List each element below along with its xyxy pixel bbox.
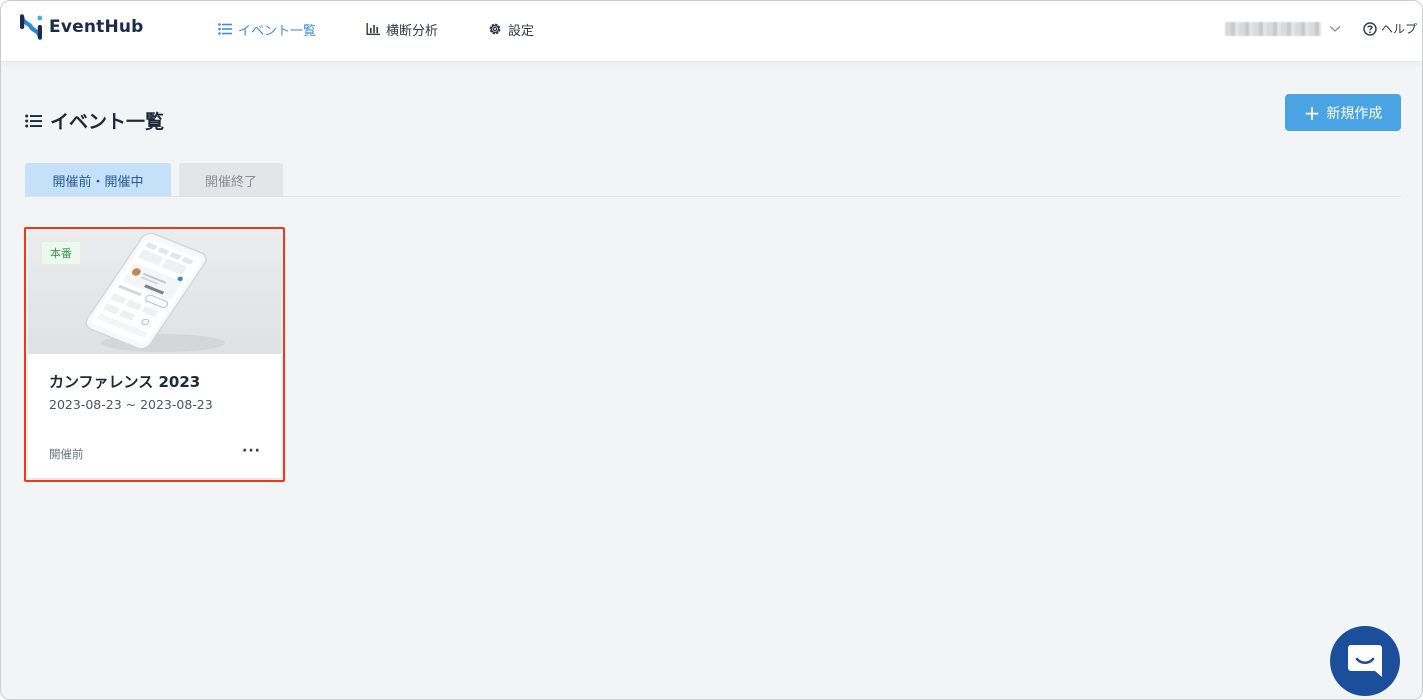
help-label: ヘルプ <box>1381 22 1418 36</box>
event-status-tabs: 開催前・開催中 開催終了 <box>25 163 291 197</box>
page-title-text: イベント一覧 <box>50 111 165 133</box>
plus-icon: + <box>1303 100 1321 125</box>
tab-divider <box>25 196 1401 197</box>
main-nav: イベント一覧 横断分析 設定 <box>218 1 584 57</box>
nav-item-label: 設定 <box>508 23 535 39</box>
tab-ongoing[interactable]: 開催前・開催中 <box>25 163 171 197</box>
app-logo[interactable]: EventHub <box>19 13 144 41</box>
nav-item-cross-analysis[interactable]: 横断分析 <box>366 20 438 39</box>
environment-badge: 本番 <box>41 241 81 265</box>
eventhub-logo-icon <box>19 14 43 40</box>
logo-text: EventHub <box>49 17 144 37</box>
more-options-icon[interactable]: ··· <box>242 443 261 459</box>
list-icon <box>25 114 42 127</box>
tab-finished[interactable]: 開催終了 <box>179 163 283 197</box>
user-menu[interactable] <box>1225 19 1341 39</box>
bar-chart-icon <box>366 23 381 35</box>
event-thumbnail: 本番 <box>28 231 281 354</box>
event-title[interactable]: カンファレンス 2023 <box>49 371 200 392</box>
help-circle-icon <box>1363 21 1377 36</box>
event-status: 開催前 <box>49 447 84 461</box>
chevron-down-icon <box>1329 26 1341 32</box>
nav-item-settings[interactable]: 設定 <box>488 20 534 39</box>
event-card[interactable]: 本番 カンファレンス 2023 2023-08-23 ~ 2023-08-23 … <box>28 231 281 478</box>
nav-item-event-list[interactable]: イベント一覧 <box>218 20 316 39</box>
nav-item-label: イベント一覧 <box>238 23 317 39</box>
user-name-blurred <box>1225 22 1321 36</box>
top-header: EventHub イベント一覧 横断分析 設定 ヘルプ <box>1 1 1422 62</box>
page-title: イベント一覧 <box>25 107 164 134</box>
list-icon <box>218 23 232 35</box>
chat-widget-button[interactable] <box>1330 626 1400 696</box>
help-link[interactable]: ヘルプ <box>1363 20 1417 37</box>
nav-item-label: 横断分析 <box>386 23 439 39</box>
gear-icon <box>489 23 501 35</box>
chat-icon <box>1348 645 1382 677</box>
new-event-button[interactable]: + 新規作成 <box>1285 94 1401 131</box>
new-event-button-label: 新規作成 <box>1326 105 1383 122</box>
app-window: EventHub イベント一覧 横断分析 設定 ヘルプ イベント一覧 + 新規作… <box>0 0 1423 700</box>
event-date-range: 2023-08-23 ~ 2023-08-23 <box>49 397 213 412</box>
